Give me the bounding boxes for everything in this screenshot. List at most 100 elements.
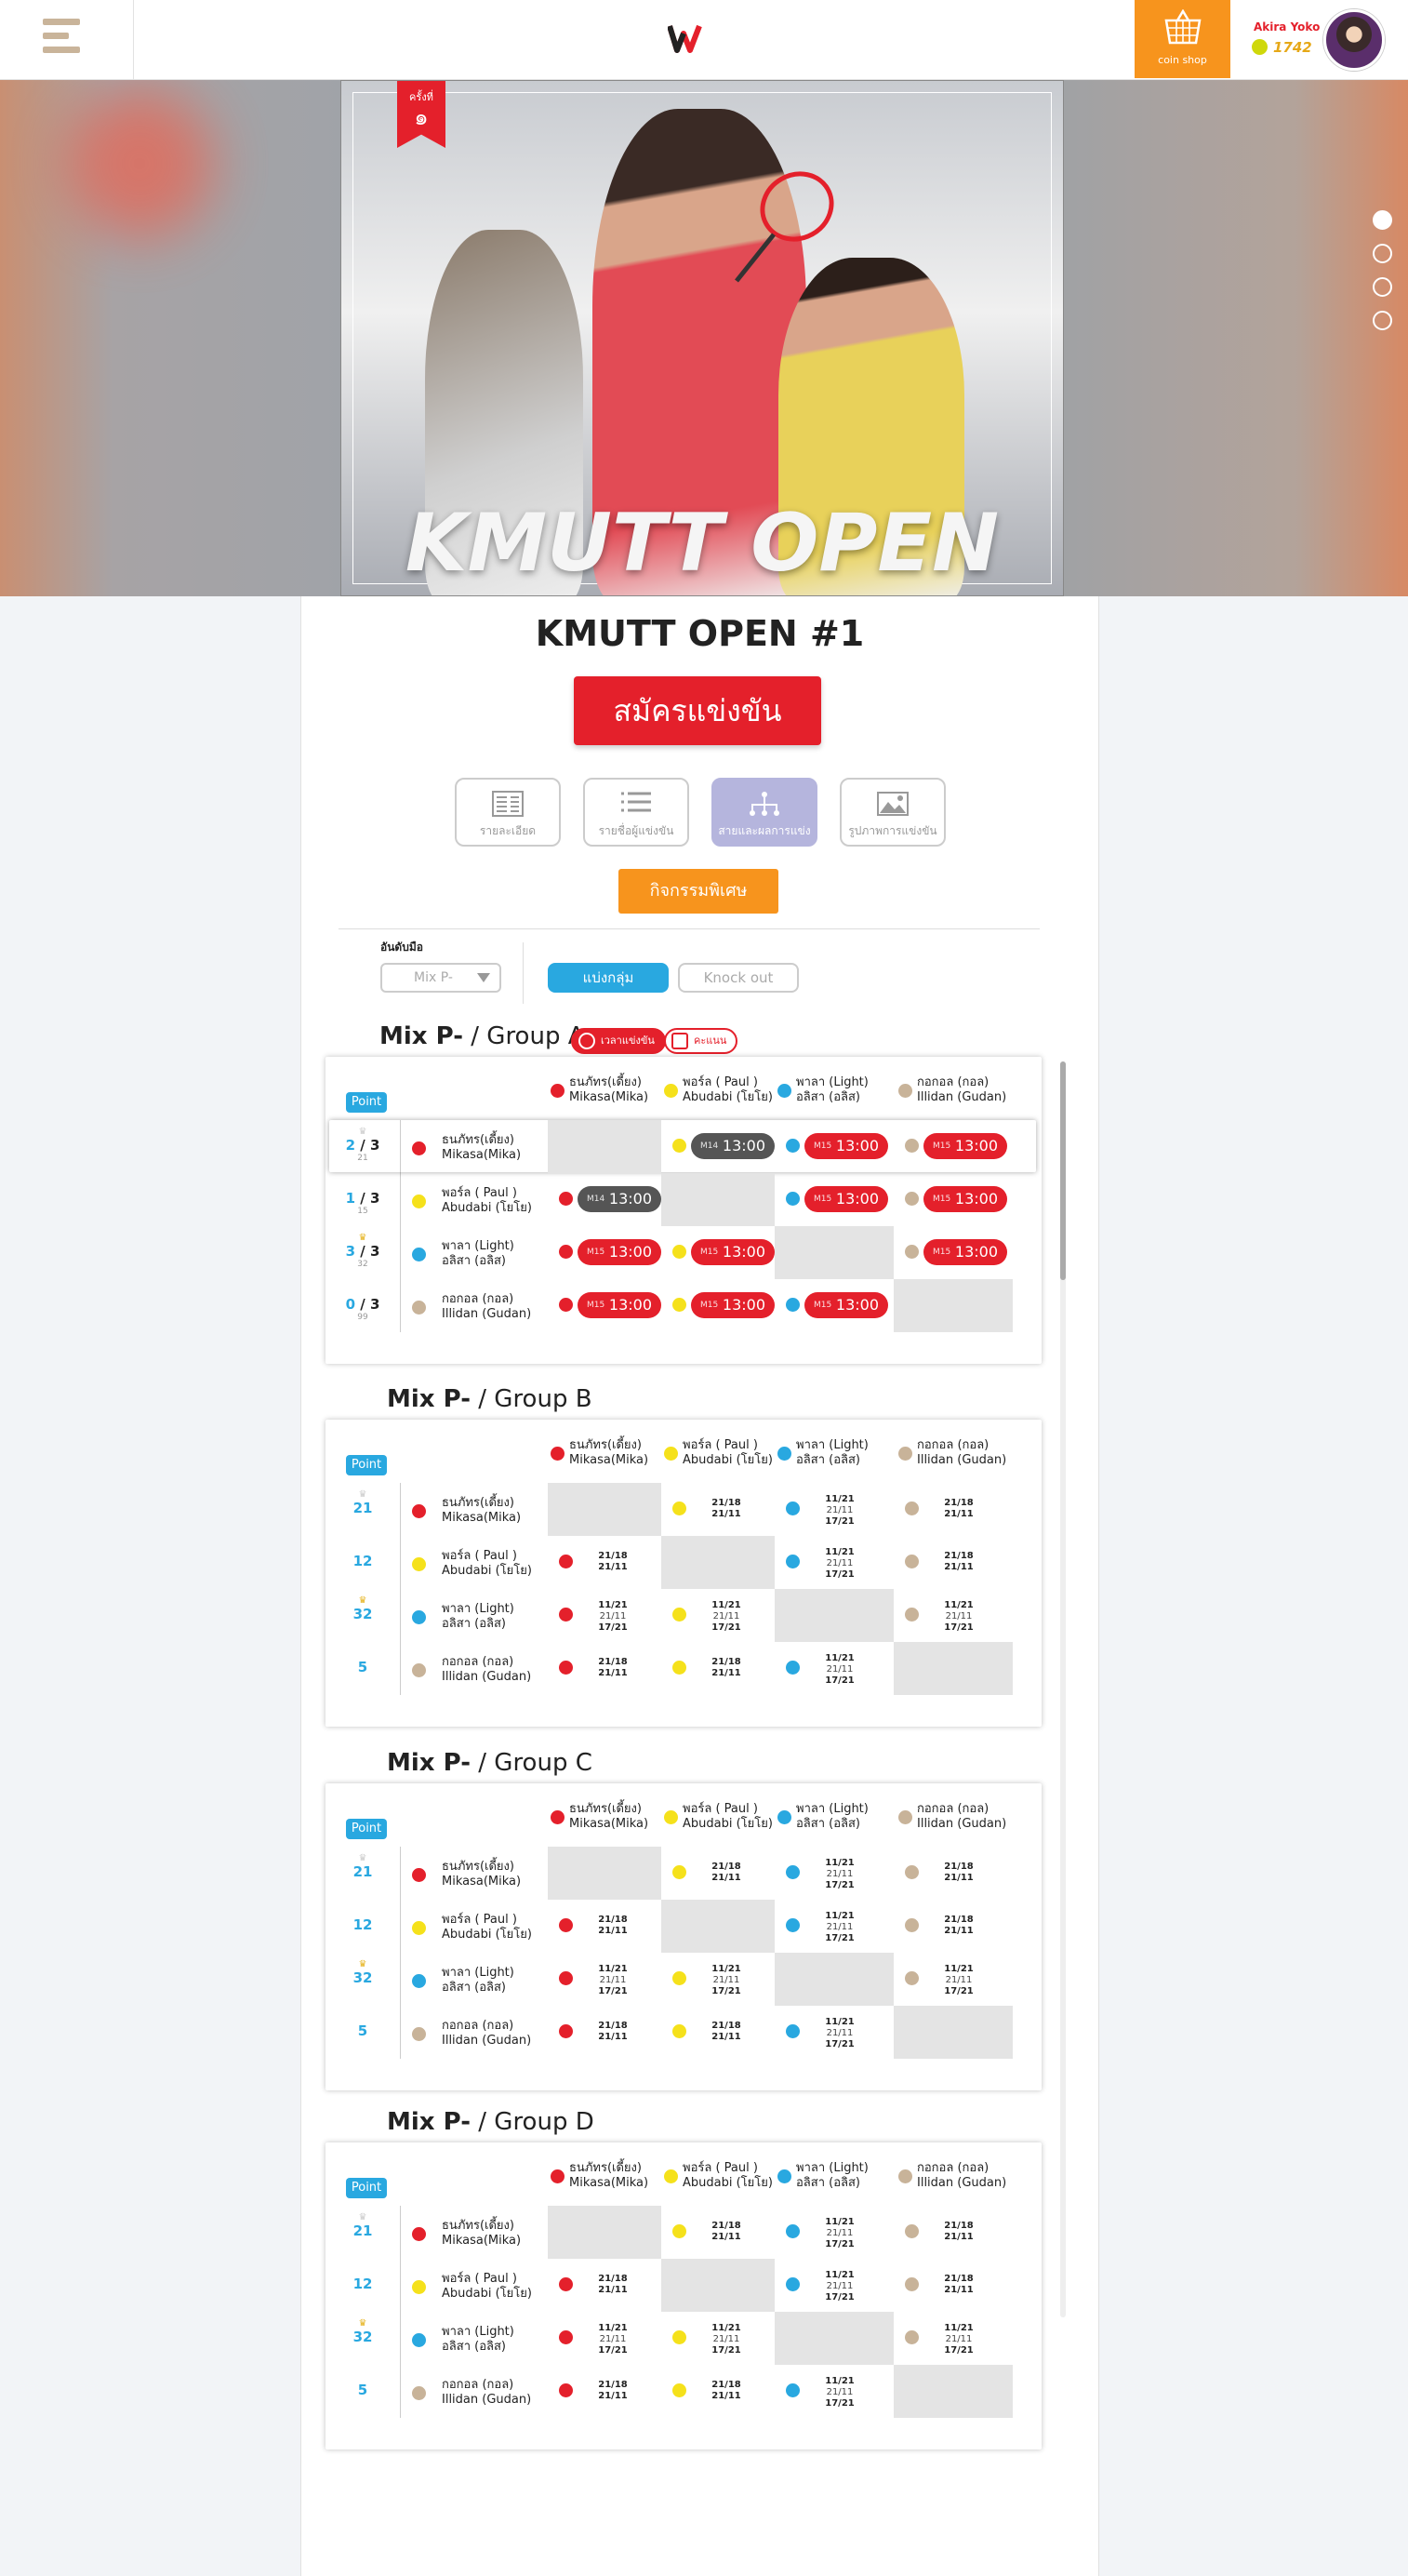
- match-result[interactable]: 11/21 21/11 17/21: [803, 1858, 877, 1891]
- tab-competitors[interactable]: รายชื่อผู้แข่งขัน: [583, 778, 689, 847]
- column-header-player: พอร์ล ( Paul ) Abudabi (โยโย): [664, 2161, 773, 2191]
- carousel-dot[interactable]: [1373, 311, 1392, 330]
- row-player-name[interactable]: พาลา (Light) อลิสา (อลิส): [400, 1239, 514, 1269]
- row-player-name[interactable]: พาลา (Light) อลิสา (อลิส): [400, 1966, 514, 1995]
- match-result[interactable]: 11/21 21/11 17/21: [689, 1964, 764, 1997]
- match-result[interactable]: 11/21 21/11 17/21: [803, 1911, 877, 1944]
- match-result[interactable]: 21/18 21/11: [576, 1657, 650, 1679]
- match-time-button[interactable]: M15 13:00: [923, 1239, 1007, 1265]
- match-time-button[interactable]: M15 13:00: [691, 1239, 775, 1265]
- knockout-button[interactable]: Knock out: [678, 963, 799, 993]
- match-result[interactable]: 11/21 21/11 17/21: [922, 1964, 996, 1997]
- self-match-cell: [548, 1847, 661, 1900]
- match-time-button[interactable]: M15 13:00: [923, 1133, 1007, 1159]
- scrollbar[interactable]: [1060, 1061, 1066, 2317]
- match-result[interactable]: 11/21 21/11 17/21: [576, 1964, 650, 1997]
- match-result[interactable]: 21/18 21/11: [689, 2221, 764, 2243]
- match-time-button[interactable]: M15 13:00: [804, 1292, 888, 1318]
- match-result[interactable]: 21/18 21/11: [922, 1498, 996, 1520]
- legend-score[interactable]: คะแนน: [664, 1028, 738, 1054]
- match-time-button[interactable]: M15 13:00: [923, 1186, 1007, 1212]
- match-result[interactable]: 11/21 21/11 17/21: [803, 1547, 877, 1581]
- tab-details[interactable]: รายละเอียด: [455, 778, 561, 847]
- row-player-name[interactable]: ธนภัทร(เดี้ยง) Mikasa(Mika): [400, 1860, 521, 1889]
- point-badge: Point: [346, 1092, 387, 1113]
- match-result[interactable]: 11/21 21/11 17/21: [576, 1600, 650, 1634]
- match-result[interactable]: 21/18 21/11: [576, 1551, 650, 1573]
- match-result[interactable]: 21/18 21/11: [576, 2274, 650, 2296]
- match-result[interactable]: 21/18 21/11: [576, 2380, 650, 2402]
- match-result[interactable]: 11/21 21/11 17/21: [576, 2323, 650, 2356]
- match-result[interactable]: 21/18 21/11: [689, 1498, 764, 1520]
- match-result[interactable]: 11/21 21/11 17/21: [803, 2270, 877, 2303]
- opponent-color-dot: [786, 1139, 800, 1153]
- tab-brackets[interactable]: สายและผลการแข่ง: [711, 778, 817, 847]
- carousel-dot[interactable]: [1373, 277, 1392, 297]
- row-player-name[interactable]: กอกอล (กอล) Illidan (Gudan): [400, 2019, 531, 2049]
- match-result[interactable]: 21/18 21/11: [576, 1915, 650, 1937]
- row-player-name[interactable]: ธนภัทร(เดี้ยง) Mikasa(Mika): [400, 1496, 521, 1526]
- match-time-button[interactable]: M15 13:00: [578, 1239, 661, 1265]
- row-player-name[interactable]: พอร์ล ( Paul ) Abudabi (โยโย): [400, 1549, 532, 1579]
- match-result[interactable]: 21/18 21/11: [922, 1862, 996, 1884]
- group-stage-button[interactable]: แบ่งกลุ่ม: [548, 963, 669, 993]
- skill-level-select[interactable]: Mix P-: [380, 963, 501, 993]
- match-result[interactable]: 11/21 21/11 17/21: [803, 1494, 877, 1528]
- group-table: Point ธนภัทร(เดี้ยง) Mikasa(Mika) พอร์ล ( P…: [325, 1057, 1042, 1364]
- match-result[interactable]: 11/21 21/11 17/21: [689, 2323, 764, 2356]
- carousel-dot[interactable]: [1373, 244, 1392, 263]
- match-result[interactable]: 11/21 21/11 17/21: [922, 2323, 996, 2356]
- match-result[interactable]: 21/18 21/11: [922, 2221, 996, 2243]
- opponent-color-dot: [786, 2224, 800, 2238]
- row-player-name[interactable]: ธนภัทร(เดี้ยง) Mikasa(Mika): [400, 1133, 521, 1163]
- player-color-dot: [412, 1301, 426, 1315]
- logo-icon[interactable]: [668, 20, 707, 56]
- match-result[interactable]: 11/21 21/11 17/21: [803, 2217, 877, 2250]
- match-result[interactable]: 21/18 21/11: [922, 2274, 996, 2296]
- match-result[interactable]: 21/18 21/11: [689, 2021, 764, 2043]
- match-result[interactable]: 21/18 21/11: [922, 1551, 996, 1573]
- scrollbar-thumb[interactable]: [1060, 1061, 1066, 1280]
- row-player-name[interactable]: พาลา (Light) อลิสา (อลิส): [400, 1602, 514, 1632]
- match-result[interactable]: 21/18 21/11: [922, 1915, 996, 1937]
- group-heading: Mix P- / Group D: [387, 2108, 594, 2136]
- match-time-button[interactable]: M15 13:00: [804, 1133, 888, 1159]
- match-time-button[interactable]: M15 13:00: [578, 1292, 661, 1318]
- list-icon: [621, 792, 651, 812]
- row-player-name[interactable]: พาลา (Light) อลิสา (อลิส): [400, 2325, 514, 2355]
- row-player-name[interactable]: พอร์ล ( Paul ) Abudabi (โยโย): [400, 1186, 532, 1216]
- menu-icon[interactable]: [43, 19, 80, 54]
- register-button[interactable]: สมัครแข่งขัน: [574, 676, 821, 745]
- group-table: Point ธนภัทร(เดี้ยง) Mikasa(Mika) พอร์ล ( P…: [325, 1783, 1042, 2090]
- row-player-name[interactable]: กอกอล (กอล) Illidan (Gudan): [400, 1292, 531, 1322]
- match-result[interactable]: 11/21 21/11 17/21: [803, 2376, 877, 2409]
- legend-match-time[interactable]: เวลาแข่งขัน: [571, 1028, 666, 1054]
- row-player-name[interactable]: กอกอล (กอล) Illidan (Gudan): [400, 2378, 531, 2408]
- opponent-color-dot: [905, 1555, 919, 1568]
- match-result[interactable]: 11/21 21/11 17/21: [803, 2017, 877, 2050]
- match-result[interactable]: 21/18 21/11: [689, 1862, 764, 1884]
- row-player-name[interactable]: กอกอล (กอล) Illidan (Gudan): [400, 1655, 531, 1685]
- match-time-button[interactable]: M15 13:00: [691, 1292, 775, 1318]
- row-player-name[interactable]: พอร์ล ( Paul ) Abudabi (โยโย): [400, 1913, 532, 1942]
- match-time-button[interactable]: M14 13:00: [691, 1133, 775, 1159]
- special-activity-button[interactable]: กิจกรรมพิเศษ: [618, 869, 778, 914]
- tab-photos[interactable]: รูปภาพการแข่งขัน: [840, 778, 946, 847]
- coin-shop-button[interactable]: coin shop: [1135, 0, 1230, 78]
- match-result[interactable]: 11/21 21/11 17/21: [922, 1600, 996, 1634]
- row-player-name[interactable]: ธนภัทร(เดี้ยง) Mikasa(Mika): [400, 2219, 521, 2249]
- match-time-button[interactable]: M14 13:00: [578, 1186, 661, 1212]
- crown-icon: [335, 1181, 391, 1190]
- match-time-button[interactable]: M15 13:00: [804, 1186, 888, 1212]
- match-result[interactable]: 11/21 21/11 17/21: [689, 1600, 764, 1634]
- coin-icon: [1252, 39, 1268, 55]
- match-result[interactable]: 21/18 21/11: [689, 1657, 764, 1679]
- match-result[interactable]: 21/18 21/11: [689, 2380, 764, 2402]
- match-result[interactable]: 21/18 21/11: [576, 2021, 650, 2043]
- player-score: 12: [335, 2266, 391, 2292]
- match-result[interactable]: 11/21 21/11 17/21: [803, 1653, 877, 1687]
- player-color-dot: [412, 2027, 426, 2041]
- carousel-dot[interactable]: [1373, 210, 1392, 230]
- row-player-name[interactable]: พอร์ล ( Paul ) Abudabi (โยโย): [400, 2272, 532, 2302]
- avatar[interactable]: [1323, 9, 1385, 71]
